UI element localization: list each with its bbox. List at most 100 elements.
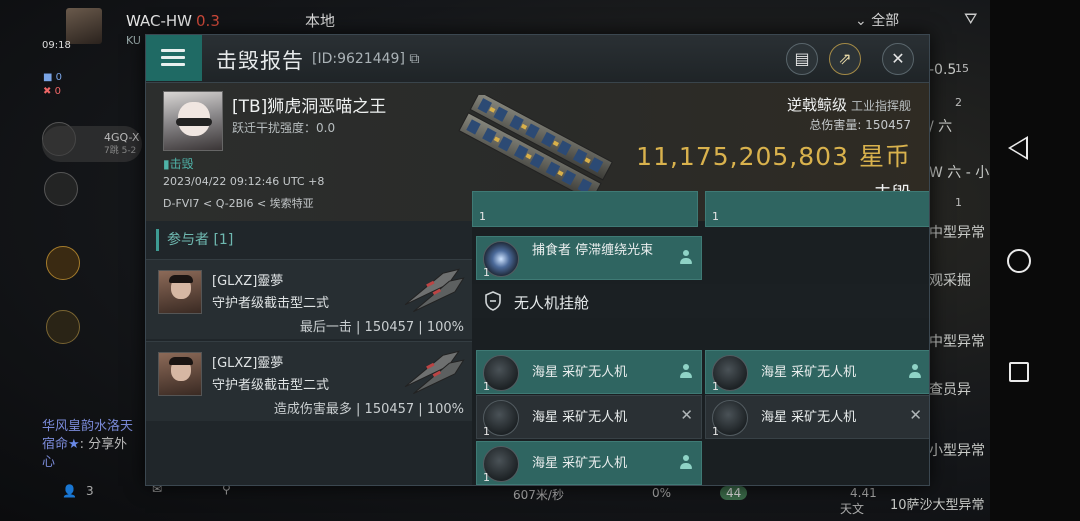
dropped-person-icon: [679, 249, 693, 265]
drone-bay-header: 无人机挂舱: [472, 284, 929, 318]
android-nav-bar: [990, 0, 1080, 521]
home-icon[interactable]: [1007, 249, 1031, 273]
dropped-person-icon: [679, 454, 693, 470]
clipboard-button[interactable]: ▤: [786, 43, 818, 75]
participants-count: [1]: [213, 232, 234, 248]
player-name: WAC-HW 0.3: [126, 12, 220, 30]
stat-blue-value: 0: [55, 72, 63, 83]
stat-red: ✖ 0: [43, 86, 61, 97]
close-icon: ✕: [891, 49, 905, 68]
overview-item[interactable]: 小型异常: [929, 440, 985, 460]
isk-unit: 星币: [858, 142, 911, 171]
overview-item[interactable]: 10萨沙大型异常: [890, 494, 985, 513]
overview-item[interactable]: 中型异常: [929, 222, 985, 242]
destroyed-x-icon: ✕: [909, 406, 922, 424]
filter-icon[interactable]: ⛛: [964, 9, 977, 29]
overview-item[interactable]: 观采掘: [929, 270, 971, 290]
chat-line-1: 华风皇韵水洛天: [42, 419, 134, 434]
filter-all-dropdown[interactable]: ⌄ 全部: [855, 10, 899, 30]
drone-item[interactable]: 1 海星 采矿无人机 ✕: [476, 395, 702, 439]
share-button[interactable]: ⇗: [829, 43, 861, 75]
autopilot-jumps: 7跳 5-2: [104, 146, 137, 156]
filter-all-label: 全部: [871, 13, 900, 29]
participant-name: [GLXZ]靈夢: [212, 356, 284, 371]
overview-item[interactable]: 中型异常: [929, 331, 985, 351]
overview-count: 2: [955, 96, 962, 109]
target-icon[interactable]: [46, 310, 80, 344]
participant-ship-image[interactable]: [398, 262, 466, 312]
participant-portrait[interactable]: [158, 352, 202, 396]
isk-amount: 11,175,205,803: [636, 142, 849, 171]
module-qty: 1: [479, 210, 486, 223]
chat-line-2: 宿命★: 分享外: [42, 436, 152, 454]
drone-item[interactable]: 1 海星 采矿无人机: [476, 350, 702, 394]
capacitor-readout: 0%: [652, 486, 672, 500]
kill-date: 2023/04/22 09:12:46 UTC +8: [163, 175, 325, 188]
drone-label: 海星 采矿无人机: [761, 365, 857, 380]
kill-id[interactable]: [ID:9621449] ⧉: [312, 51, 419, 67]
module-item[interactable]: 1: [472, 191, 698, 227]
drone-item[interactable]: 1 海星 采矿无人机: [705, 350, 929, 394]
badge-count: 44: [720, 486, 748, 500]
victim-ship-image[interactable]: [451, 95, 621, 205]
module-qty: 1: [712, 210, 719, 223]
victim-ship-name[interactable]: 逆戟鲸级 工业指挥舰: [787, 94, 911, 115]
module-label: 捕食者 停滞缠绕光束: [532, 243, 654, 258]
victim-name[interactable]: [TB]狮虎洞恶喵之王: [232, 92, 386, 117]
module-qty: 1: [483, 266, 490, 279]
participant-ship: 守护者级截击型二式: [212, 296, 330, 311]
kill-location[interactable]: D-FVI7 < Q-2BI6 < 埃索特亚: [163, 195, 314, 211]
player-name-text: WAC-HW: [126, 12, 193, 30]
drone-item[interactable]: 1 海星 采矿无人机 ✕: [705, 395, 929, 439]
participant-row[interactable]: [GLXZ]靈夢 守护者级截击型二式 最后一击 | 150457 | 100%: [146, 259, 472, 339]
warp-scramble-strength: 跃迁干扰强度：0.0: [232, 121, 336, 135]
participant-row[interactable]: [GLXZ]靈夢 守护者级截击型二式 造成伤害最多 | 150457 | 100…: [146, 341, 472, 421]
overview-label: 天文: [840, 502, 865, 516]
chat-preview[interactable]: 华风皇韵水洛天 宿命★: 分享外 心: [42, 418, 152, 472]
kill-report-dialog: 击毁报告 [ID:9621449] ⧉ ▤ ⇗ ✕ [TB]狮虎洞恶喵之王 跃迁…: [145, 34, 930, 486]
hamburger-icon: [161, 56, 185, 59]
overview-item[interactable]: / 六: [929, 116, 952, 136]
overview-item[interactable]: W 六 - 小: [929, 162, 989, 182]
menu-button[interactable]: [146, 35, 202, 81]
destroyed-x-icon: ✕: [680, 406, 693, 424]
drone-item[interactable]: 1 海星 采矿无人机: [476, 441, 702, 485]
kill-id-text: [ID:9621449]: [312, 51, 405, 67]
drone-label: 海星 采矿无人机: [761, 410, 857, 425]
chevron-down-icon: ⌄: [855, 13, 872, 29]
victim-portrait[interactable]: [163, 91, 223, 151]
copy-icon[interactable]: ⧉: [405, 51, 419, 67]
module-item[interactable]: 1 捕食者 停滞缠绕光束: [476, 236, 702, 280]
drone-qty: 1: [712, 380, 719, 393]
people-icon[interactable]: 👤: [62, 484, 77, 498]
drone-qty: 1: [483, 425, 490, 438]
drone-label: 海星 采矿无人机: [532, 365, 628, 380]
recent-apps-icon[interactable]: [1009, 362, 1029, 382]
participants-header: 参与者 [1]: [156, 229, 233, 251]
victim-status: ▮击毁: [163, 155, 194, 172]
dialog-header: 击毁报告 [ID:9621449] ⧉ ▤ ⇗ ✕: [146, 35, 929, 83]
background-bottom-bar: 👤 3 ✉ ⚲ ⌃ 607米/秒 0% 44 4.41 天文: [0, 480, 990, 521]
overview-list: -0.5 / 六 W 六 - 小 中型异常 观采掘 中型异常 查员异 小型异常: [925, 40, 990, 520]
drone-label: 海星 采矿无人机: [532, 410, 628, 425]
module-item[interactable]: 1: [705, 191, 929, 227]
back-icon[interactable]: [1008, 136, 1028, 160]
participant-stats: 最后一击 | 150457 | 100%: [299, 320, 464, 335]
ship-name-text: 逆戟鲸级: [786, 96, 847, 114]
screen: WAC-HW 0.3 KU 本地 ⌄ 全部 ⛛ 09:18 ■ 0 ✖ 0 4GQ…: [0, 0, 1080, 521]
overview-item[interactable]: -0.5: [929, 62, 956, 78]
player-avatar[interactable]: [66, 8, 102, 44]
cargo-icon[interactable]: [46, 246, 80, 280]
rank-chevrons-icon[interactable]: [44, 172, 78, 206]
ship-class-text: 工业指挥舰: [850, 99, 911, 113]
local-channel-label[interactable]: 本地: [305, 10, 335, 31]
chat-sender: 宿命: [42, 437, 69, 452]
overview-item[interactable]: 查员异: [929, 379, 971, 399]
participant-portrait[interactable]: [158, 270, 202, 314]
participant-name: [GLXZ]靈夢: [212, 274, 284, 289]
security-status: 0.3: [196, 12, 220, 30]
dialog-title: 击毁报告: [216, 49, 304, 73]
participant-ship-image[interactable]: [398, 344, 466, 394]
hamburger-icon: [161, 49, 185, 52]
close-button[interactable]: ✕: [882, 43, 914, 75]
